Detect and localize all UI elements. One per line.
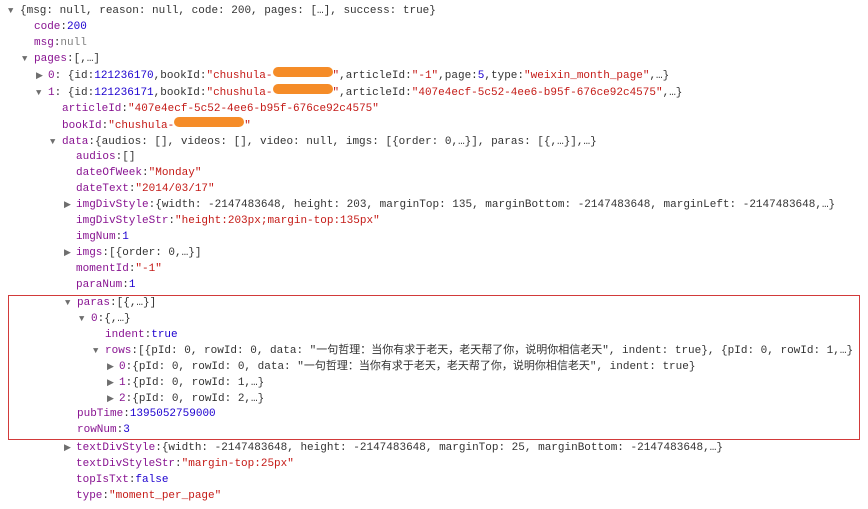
prop-momentId[interactable]: momentId: "-1" [8,262,860,278]
prop-imgNum[interactable]: imgNum: 1 [8,230,860,246]
toggle-icon[interactable] [107,377,117,390]
prop-dateText[interactable]: dateText: "2014/03/17" [8,182,860,198]
rows-item-0[interactable]: 0: {pId: 0, rowId: 0, data: "一句哲理：当你有求于老… [9,360,859,376]
toggle-icon[interactable] [8,5,18,18]
toggle-icon[interactable] [50,136,60,149]
prop-data[interactable]: data: {audios: [], videos: [], video: nu… [8,135,860,151]
prop-indent[interactable]: indent: true [9,328,859,344]
redacted-value [273,84,333,94]
toggle-icon[interactable] [64,199,74,212]
toggle-icon[interactable] [36,87,46,100]
prop-paraNum[interactable]: paraNum: 1 [8,278,860,294]
rows-item-2[interactable]: 2: {pId: 0, rowId: 2,…} [9,392,859,408]
prop-msg[interactable]: msg: null [8,36,860,52]
prop-imgs[interactable]: imgs: [{order: 0,…}] [8,246,860,262]
prop-pubTime[interactable]: pubTime: 1395052759000 [9,407,859,423]
prop-textDivStyleStr[interactable]: textDivStyleStr: "margin-top:25px" [8,457,860,473]
toggle-icon[interactable] [36,70,46,83]
prop-audios[interactable]: audios: [] [8,150,860,166]
toggle-icon[interactable] [93,345,103,358]
prop-articleId[interactable]: articleId: "407e4ecf-5c52-4ee6-b95f-676c… [8,102,860,118]
redacted-value [174,117,244,127]
toggle-icon[interactable] [107,361,117,374]
prop-rows[interactable]: rows: [{pId: 0, rowId: 0, data: "一句哲理：当你… [9,344,859,360]
prop-textDivStyle[interactable]: textDivStyle: {width: -2147483648, heigh… [8,441,860,457]
toggle-icon[interactable] [64,442,74,455]
pages-item-1[interactable]: 1: { id: 121236171, bookId: "chushula-",… [8,85,860,102]
redacted-value [273,67,333,77]
prop-code[interactable]: code: 200 [8,20,860,36]
prop-type[interactable]: type: "moment_per_page" [8,489,860,505]
toggle-icon[interactable] [107,393,117,406]
prop-imgDivStyle[interactable]: imgDivStyle: {width: -2147483648, height… [8,198,860,214]
toggle-icon[interactable] [65,297,75,310]
prop-topIsTxt[interactable]: topIsTxt: false [8,473,860,489]
prop-pages[interactable]: pages: [,…] [8,52,860,68]
prop-imgDivStyleStr[interactable]: imgDivStyleStr: "height:203px;margin-top… [8,214,860,230]
pages-item-0[interactable]: 0: { id: 121236170, bookId: "chushula-",… [8,68,860,85]
prop-rowNum[interactable]: rowNum: 3 [9,423,859,439]
toggle-icon[interactable] [22,53,32,66]
prop-dateOfWeek[interactable]: dateOfWeek: "Monday" [8,166,860,182]
prop-bookId[interactable]: bookId: "chushula-" [8,118,860,135]
prop-paras[interactable]: paras: [{,…}] [9,296,859,312]
json-root[interactable]: { msg: null, reason: null, code: 200, pa… [8,4,860,20]
toggle-icon[interactable] [79,313,89,326]
highlighted-region: paras: [{,…}] 0: {,…} indent: true rows:… [8,295,860,440]
paras-item-0[interactable]: 0: {,…} [9,312,859,328]
toggle-icon[interactable] [64,247,74,260]
rows-item-1[interactable]: 1: {pId: 0, rowId: 1,…} [9,376,859,392]
